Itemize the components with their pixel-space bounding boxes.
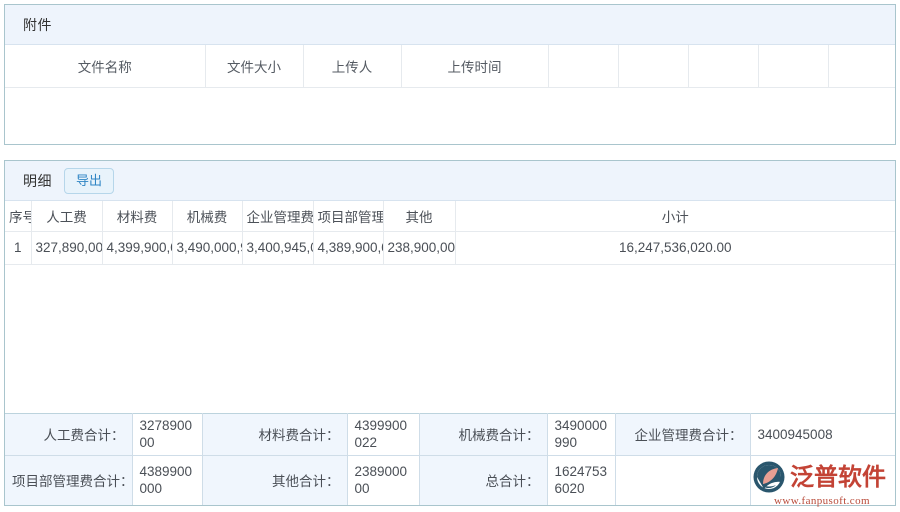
detail-col-labor[interactable]: 人工费 (31, 201, 102, 231)
summary-row-2: 项目部管理费合计： 4389900000 其他合计： 238900000 总合计… (5, 455, 895, 505)
summary-blank-cell-1 (615, 455, 750, 505)
detail-col-seq[interactable]: 序号 (5, 201, 31, 231)
detail-cell-labor: 327,890,000.00 (31, 231, 102, 264)
summary-value-labor-total: 327890000 (132, 413, 202, 455)
export-button[interactable]: 导出 (64, 168, 114, 194)
summary-table: 人工费合计： 327890000 材料费合计： 4399900022 机械费合计… (5, 413, 895, 506)
attachment-col-extra-3[interactable] (688, 45, 758, 87)
summary-value-enterprise-total: 3400945008 (750, 413, 895, 455)
attachment-col-uploadtime[interactable]: 上传时间 (401, 45, 548, 87)
attachment-col-filesize[interactable]: 文件大小 (205, 45, 303, 87)
detail-title: 明细 (23, 171, 52, 191)
detail-cell-project-dept: 4,389,900,000.00 (313, 231, 383, 264)
summary-label-grand-total: 总合计： (419, 455, 547, 505)
detail-cell-machinery: 3,490,000,990.00 (172, 231, 242, 264)
attachment-panel-header: 附件 (5, 5, 895, 45)
summary-label-other-total: 其他合计： (202, 455, 347, 505)
summary-value-project-dept-total: 4389900000 (132, 455, 202, 505)
attachment-col-extra-4[interactable] (758, 45, 828, 87)
attachment-panel: 附件 文件名称 文件大小 上传人 上传时间 (4, 4, 896, 145)
summary-label-machinery-total: 机械费合计： (419, 413, 547, 455)
attachment-header-row: 文件名称 文件大小 上传人 上传时间 (5, 45, 895, 87)
detail-table: 序号 人工费 材料费 机械费 企业管理费 项目部管理费 其他 小计 1 327,… (5, 201, 895, 265)
detail-header-row: 序号 人工费 材料费 机械费 企业管理费 项目部管理费 其他 小计 (5, 201, 895, 231)
detail-empty-space (5, 265, 895, 413)
attachment-col-extra-2[interactable] (618, 45, 688, 87)
summary-value-machinery-total: 3490000990 (547, 413, 615, 455)
attachment-col-extra-5[interactable] (828, 45, 895, 87)
detail-cell-subtotal: 16,247,536,020.00 (455, 231, 895, 264)
detail-col-project-dept[interactable]: 项目部管理费 (313, 201, 383, 231)
summary-label-labor-total: 人工费合计： (5, 413, 132, 455)
summary-blank-cell-2 (750, 455, 895, 505)
attachment-table: 文件名称 文件大小 上传人 上传时间 (5, 45, 895, 88)
summary-label-material-total: 材料费合计： (202, 413, 347, 455)
detail-col-material[interactable]: 材料费 (102, 201, 172, 231)
attachment-col-extra-1[interactable] (548, 45, 618, 87)
detail-cell-other: 238,900,000.00 (383, 231, 455, 264)
summary-value-material-total: 4399900022 (347, 413, 419, 455)
detail-col-subtotal[interactable]: 小计 (455, 201, 895, 231)
summary-label-project-dept-total: 项目部管理费合计： (5, 455, 132, 505)
detail-panel: 明细 导出 序号 人工费 材料费 机械费 企业管理费 项目部管理费 其他 小计 … (4, 160, 896, 506)
summary-row-1: 人工费合计： 327890000 材料费合计： 4399900022 机械费合计… (5, 413, 895, 455)
detail-col-other[interactable]: 其他 (383, 201, 455, 231)
detail-cell-material: 4,399,900,022.00 (102, 231, 172, 264)
summary-value-grand-total: 16247536020 (547, 455, 615, 505)
detail-col-enterprise[interactable]: 企业管理费 (242, 201, 313, 231)
summary-label-enterprise-total: 企业管理费合计： (615, 413, 750, 455)
attachment-col-filename[interactable]: 文件名称 (5, 45, 205, 87)
attachment-empty-body (5, 88, 895, 144)
detail-cell-enterprise: 3,400,945,008.00 (242, 231, 313, 264)
table-row[interactable]: 1 327,890,000.00 4,399,900,022.00 3,490,… (5, 231, 895, 264)
attachment-title: 附件 (23, 15, 52, 35)
detail-cell-seq: 1 (5, 231, 31, 264)
attachment-col-uploader[interactable]: 上传人 (303, 45, 401, 87)
summary-value-other-total: 238900000 (347, 455, 419, 505)
detail-col-machinery[interactable]: 机械费 (172, 201, 242, 231)
detail-panel-header: 明细 导出 (5, 161, 895, 201)
